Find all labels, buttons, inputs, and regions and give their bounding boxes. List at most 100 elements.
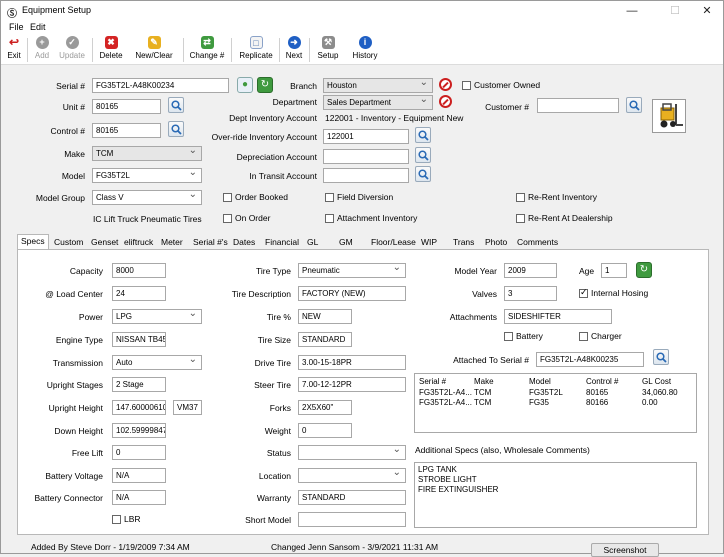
tab-gl[interactable]: GL [303, 235, 322, 249]
model-select[interactable]: FG35T2L [92, 168, 202, 183]
tire-type-select[interactable]: Pneumatic [298, 263, 406, 278]
valves-input[interactable]: 3 [504, 286, 557, 301]
tire-description-input[interactable]: FACTORY (NEW) [298, 286, 406, 301]
close-button[interactable]: ✕ [693, 3, 721, 19]
attachments-input[interactable]: SIDESHIFTER [504, 309, 612, 324]
grid-cell[interactable]: FG35 [529, 398, 549, 407]
load-center-input[interactable]: 24 [112, 286, 166, 301]
battery-checkbox[interactable] [504, 332, 513, 341]
grid-cell[interactable]: TCM [474, 388, 491, 397]
control-search-icon[interactable] [168, 121, 184, 137]
grid-cell[interactable]: 0.00 [642, 398, 658, 407]
order-booked-checkbox[interactable] [223, 193, 232, 202]
delete-button[interactable]: ✖ Delete [96, 36, 126, 64]
warranty-input[interactable]: STANDARD [298, 490, 406, 505]
grid-cell[interactable]: FG35T2L-A4... [419, 398, 472, 407]
attached-serial-search-icon[interactable] [653, 349, 669, 365]
engine-type-input[interactable]: NISSAN TB45 [112, 332, 166, 347]
weight-input[interactable]: 0 [298, 423, 352, 438]
tab-trans[interactable]: Trans [449, 235, 478, 249]
setup-button[interactable]: ⚒ Setup [313, 36, 343, 64]
grid-cell[interactable]: 34,060.80 [642, 388, 678, 397]
grid-cell[interactable]: 80165 [586, 388, 608, 397]
next-button[interactable]: ➜ Next [283, 36, 305, 64]
grid-cell[interactable]: TCM [474, 398, 491, 407]
control-input[interactable]: 80165 [92, 123, 161, 138]
attached-to-serial-input[interactable]: FG35T2L-A48K00235 [536, 352, 644, 367]
tab-comments[interactable]: Comments [513, 235, 562, 249]
tire-size-input[interactable]: STANDARD [298, 332, 352, 347]
clear-department-icon[interactable] [439, 95, 452, 108]
grid-cell[interactable]: FG35T2L [529, 388, 563, 397]
free-lift-input[interactable]: 0 [112, 445, 166, 460]
forks-input[interactable]: 2X5X60" [298, 400, 352, 415]
tab-dates[interactable]: Dates [229, 235, 259, 249]
tab-floor-lease[interactable]: Floor/Lease [367, 235, 420, 249]
make-select[interactable]: TCM [92, 146, 202, 161]
refresh-age-icon[interactable]: ↻ [636, 262, 652, 278]
short-model-input[interactable] [298, 512, 406, 527]
override-inventory-input[interactable]: 122001 [323, 129, 409, 144]
internal-hosing-checkbox[interactable] [579, 287, 588, 298]
override-search-icon[interactable] [415, 127, 431, 143]
tire-percent-input[interactable]: NEW [298, 309, 352, 324]
unit-search-icon[interactable] [168, 97, 184, 113]
tab-wip[interactable]: WIP [417, 235, 441, 249]
tab-eliftruck[interactable]: eliftruck [120, 235, 157, 249]
field-diversion-checkbox[interactable] [325, 193, 334, 202]
exit-button[interactable]: ↩ Exit [4, 36, 24, 64]
additional-specs-textarea[interactable]: LPG TANK STROBE LIGHT FIRE EXTINGUISHER [414, 462, 697, 528]
charger-checkbox[interactable] [579, 332, 588, 341]
minimize-button[interactable]: — [618, 3, 646, 19]
capacity-input[interactable]: 8000 [112, 263, 166, 278]
tab-genset[interactable]: Genset [87, 235, 122, 249]
location-select[interactable] [298, 468, 406, 483]
add-button[interactable]: + Add [31, 36, 53, 64]
depreciation-search-icon[interactable] [415, 147, 431, 163]
customer-input[interactable] [537, 98, 619, 113]
unit-input[interactable]: 80165 [92, 99, 161, 114]
in-transit-input[interactable] [323, 168, 409, 183]
age-input[interactable]: 1 [601, 263, 627, 278]
tab-gm[interactable]: GM [335, 235, 357, 249]
battery-connector-input[interactable]: N/A [112, 490, 166, 505]
clear-branch-icon[interactable] [439, 78, 452, 91]
history-button[interactable]: i History [349, 36, 381, 64]
re-rent-inventory-checkbox[interactable] [516, 193, 525, 202]
maximize-button[interactable]: ☐ [661, 3, 689, 19]
tab-photo[interactable]: Photo [481, 235, 511, 249]
power-select[interactable]: LPG [112, 309, 202, 324]
down-height-input[interactable]: 102.59999847 [112, 423, 166, 438]
battery-voltage-input[interactable]: N/A [112, 468, 166, 483]
menu-edit[interactable]: Edit [30, 22, 46, 32]
attachment-inventory-checkbox[interactable] [325, 214, 334, 223]
grid-cell[interactable]: FG35T2L-A4... [419, 388, 472, 397]
depreciation-input[interactable] [323, 149, 409, 164]
tab-serials[interactable]: Serial #'s [189, 235, 232, 249]
grid-cell[interactable]: 80166 [586, 398, 608, 407]
drive-tire-input[interactable]: 3.00-15-18PR [298, 355, 406, 370]
steer-tire-input[interactable]: 7.00-12-12PR [298, 377, 406, 392]
screenshot-button[interactable]: Screenshot [591, 543, 659, 557]
customer-owned-checkbox[interactable] [462, 81, 471, 90]
tab-financial[interactable]: Financial [261, 235, 303, 249]
customer-search-icon[interactable] [626, 97, 642, 113]
re-rent-dealership-checkbox[interactable] [516, 214, 525, 223]
serial-input[interactable]: FG35T2L-A48K00234 [92, 78, 229, 93]
tab-custom[interactable]: Custom [50, 235, 87, 249]
tab-meter[interactable]: Meter [157, 235, 187, 249]
change-number-button[interactable]: ⇄ Change # [187, 36, 227, 64]
model-group-select[interactable]: Class V [92, 190, 202, 205]
transmission-select[interactable]: Auto [112, 355, 202, 370]
upright-stages-input[interactable]: 2 Stage [112, 377, 166, 392]
branch-select[interactable]: Houston [323, 78, 433, 93]
department-select[interactable]: Sales Department [323, 95, 433, 110]
upright-code-input[interactable]: VM37 [173, 400, 202, 415]
model-year-input[interactable]: 2009 [504, 263, 557, 278]
replicate-button[interactable]: □ Replicate [236, 36, 276, 64]
in-transit-search-icon[interactable] [415, 166, 431, 182]
update-button[interactable]: ✓ Update [57, 36, 87, 64]
on-order-checkbox[interactable] [223, 214, 232, 223]
tab-specs[interactable]: Specs [17, 234, 49, 250]
new-clear-button[interactable]: ✎ New/Clear [130, 36, 178, 64]
